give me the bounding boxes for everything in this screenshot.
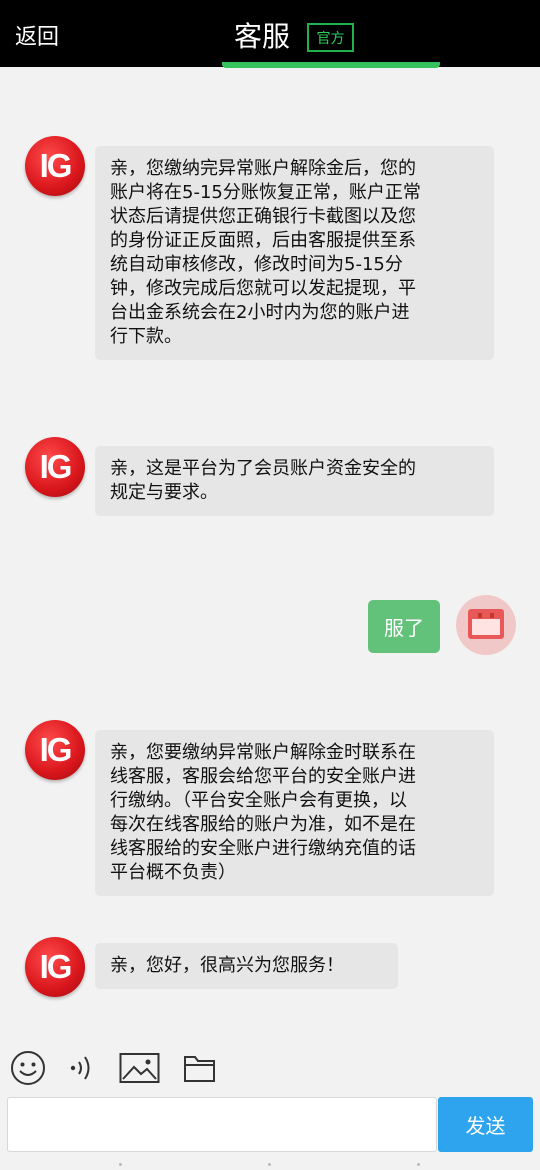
agent-avatar-logo: IG [39,147,73,184]
folder-icon[interactable] [183,1050,216,1086]
agent-avatar-logo: IG [39,448,73,485]
agent-avatar-logo: IG [39,948,73,985]
agent-avatar[interactable]: IG [25,720,85,780]
emoji-icon[interactable] [10,1050,46,1086]
user-avatar-face [468,609,504,639]
page-title: 客服 [234,20,291,53]
user-avatar-eye [478,613,482,618]
top-bar: 返回 客服 官方 [0,0,540,67]
nav-indicator-dot [417,1163,420,1166]
agent-avatar-logo: IG [39,731,73,768]
agent-message-bubble: 亲，您要缴纳异常账户解除金时联系在 线客服，客服会给您平台的安全账户进 行缴纳。… [95,730,494,896]
send-button[interactable]: 发送 [438,1097,533,1152]
agent-message-bubble: 亲，这是平台为了会员账户资金安全的 规定与要求。 [95,446,494,516]
agent-avatar[interactable]: IG [25,437,85,497]
message-input[interactable] [7,1097,437,1152]
nav-indicator-dot [268,1163,271,1166]
agent-avatar[interactable]: IG [25,937,85,997]
user-message-bubble: 服了 [368,600,440,653]
agent-avatar[interactable]: IG [25,136,85,196]
agent-message-bubble: 亲，您缴纳完异常账户解除金后，您的 账户将在5-15分账恢复正常，账户正常 状态… [95,146,494,360]
user-avatar-eye [490,613,494,618]
voice-icon[interactable] [68,1050,96,1086]
back-button[interactable]: 返回 [15,19,59,51]
official-badge: 官方 [307,23,354,52]
image-icon[interactable] [119,1050,160,1086]
agent-message-bubble: 亲，您好，很高兴为您服务！ [95,943,398,989]
nav-indicator-dot [119,1163,122,1166]
previous-message-edge [222,62,440,68]
user-avatar[interactable] [456,595,516,655]
